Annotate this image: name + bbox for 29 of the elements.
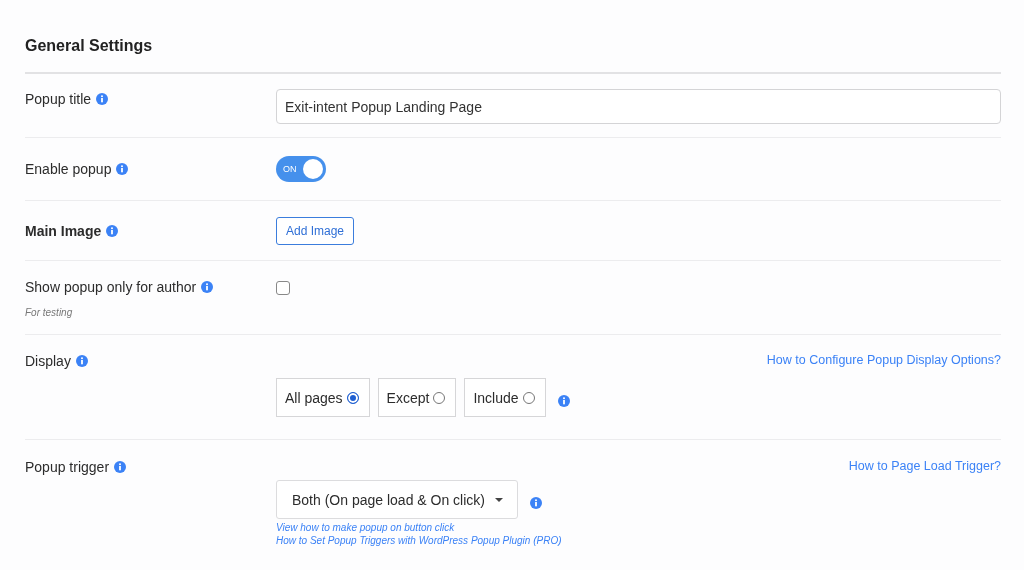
field-note: For testing xyxy=(25,307,74,318)
info-icon[interactable] xyxy=(106,224,119,237)
option-label[interactable]: Include xyxy=(473,389,519,406)
help-link[interactable]: View how to make popup on button click xyxy=(276,521,455,534)
field-label: Enable popup xyxy=(25,161,112,177)
radio-button[interactable] xyxy=(346,391,359,404)
section-title: General Settings xyxy=(25,0,1001,74)
checkbox[interactable] xyxy=(276,281,290,295)
option-label[interactable]: Except xyxy=(386,389,430,406)
field-label: Main Image xyxy=(25,222,102,239)
toggle-switch[interactable]: ON xyxy=(276,156,326,182)
help-link[interactable]: How to Page Load Trigger? xyxy=(848,459,1001,473)
info-icon[interactable] xyxy=(530,496,542,509)
info-icon[interactable] xyxy=(116,163,129,175)
info-icon[interactable] xyxy=(96,93,109,105)
trigger-dropdown[interactable]: Both (On page load & On click) xyxy=(276,480,518,519)
field-label: Popup title xyxy=(25,91,92,107)
help-link[interactable]: How to Configure Popup Display Options? xyxy=(766,353,1001,367)
input-field[interactable]: Exit-intent Popup Landing Page xyxy=(276,89,1001,124)
info-icon[interactable] xyxy=(557,394,570,407)
add-image-button[interactable]: Add Image xyxy=(276,216,355,245)
help-link[interactable]: How to Set Popup Triggers with WordPress Popup Plugin (PRO) xyxy=(276,534,562,547)
option-label[interactable]: All pages xyxy=(285,389,343,406)
info-icon[interactable] xyxy=(114,461,127,473)
info-icon[interactable] xyxy=(201,281,214,293)
field-label: Display xyxy=(25,353,71,369)
field-label: Show popup only for author xyxy=(25,279,197,295)
field-label: Popup trigger xyxy=(25,459,110,475)
info-icon[interactable] xyxy=(75,355,88,367)
